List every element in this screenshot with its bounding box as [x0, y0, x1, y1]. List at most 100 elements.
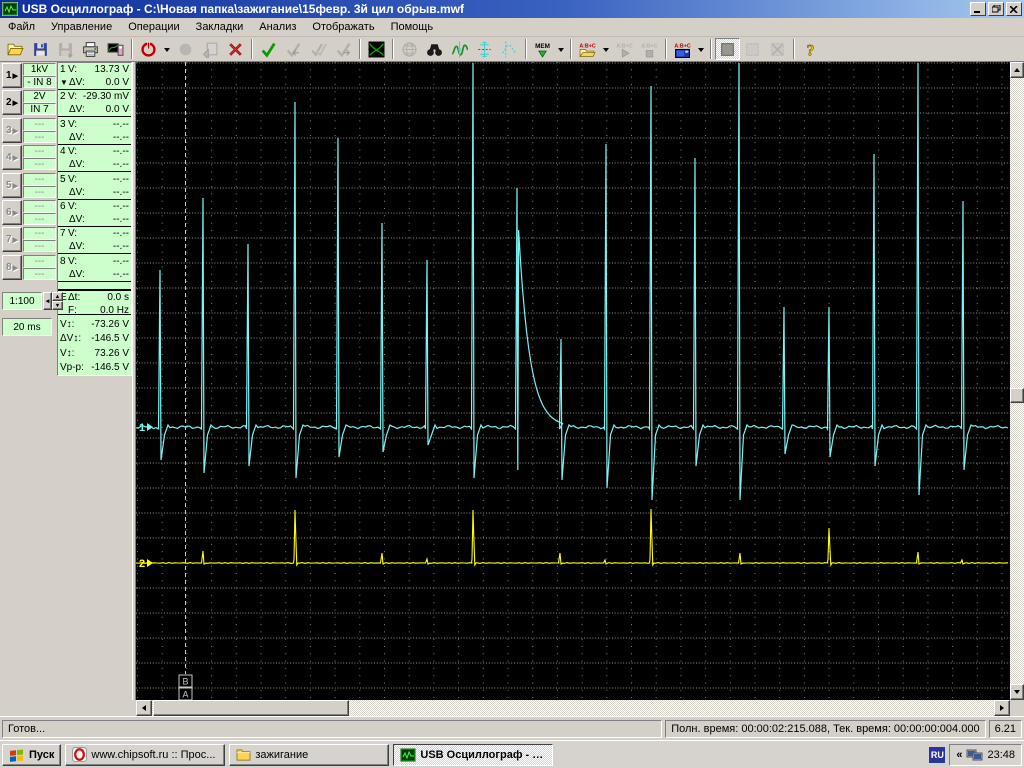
- close-button[interactable]: [1006, 2, 1022, 16]
- channel-8-button[interactable]: 8▶: [2, 255, 22, 280]
- svg-text:B: B: [182, 677, 188, 687]
- probe-ratio-left-button[interactable]: ◂: [43, 292, 52, 310]
- minimize-button[interactable]: [970, 2, 986, 16]
- menu-item-bookmarks[interactable]: Закладки: [188, 19, 252, 35]
- help-button[interactable]: ?: [798, 38, 823, 60]
- xy-display-icon: [368, 41, 385, 58]
- vertical-scroll-thumb[interactable]: [1010, 388, 1024, 403]
- channel-4-input[interactable]: ---: [23, 158, 56, 170]
- f-label: F:: [68, 305, 77, 316]
- level-measure-button[interactable]: [472, 38, 497, 60]
- menu-item-display[interactable]: Отображать: [304, 19, 382, 35]
- channel-8-input[interactable]: ---: [23, 268, 56, 280]
- scroll-up-button[interactable]: [1010, 62, 1024, 78]
- cursor-measure-value: -146.5 V: [84, 362, 129, 373]
- export-screen-button[interactable]: [103, 38, 128, 60]
- probe-ratio-down-button[interactable]: ▾: [52, 301, 63, 310]
- taskbar-task-1[interactable]: зажигание: [229, 744, 389, 766]
- channel-5-button[interactable]: 5▶: [2, 173, 22, 198]
- channel-2-range[interactable]: 2V: [23, 90, 56, 103]
- menu-item-file[interactable]: Файл: [0, 19, 43, 35]
- channel-6-button[interactable]: 6▶: [2, 200, 22, 225]
- channel-6-range[interactable]: ---: [23, 200, 56, 213]
- math-stop-button: A:B+C: [637, 38, 662, 60]
- task-label: USB Осциллограф - C...: [420, 749, 546, 761]
- status-time-info: Полн. время: 00:00:02:215.088, Тек. врем…: [665, 720, 985, 738]
- start-button[interactable]: Пуск: [2, 744, 61, 766]
- menu-item-operations[interactable]: Операции: [120, 19, 187, 35]
- channel-4-button[interactable]: 4▶: [2, 145, 22, 170]
- status-ready: Готов...: [2, 720, 662, 738]
- scroll-left-button[interactable]: [136, 700, 152, 716]
- abc-play-icon: A:B+C: [616, 41, 633, 58]
- channel-1-range[interactable]: 1kV: [23, 63, 56, 76]
- xy-mode-button[interactable]: [364, 38, 389, 60]
- search-button[interactable]: [422, 38, 447, 60]
- language-indicator[interactable]: RU: [929, 747, 945, 763]
- check-next-icon: [335, 41, 352, 58]
- channel-6-input[interactable]: ---: [23, 213, 56, 225]
- v-label: V:: [68, 201, 77, 212]
- channel-3-range[interactable]: ---: [23, 118, 56, 131]
- channel-7-input[interactable]: ---: [23, 240, 56, 252]
- channel-4-measurements: 4V:--.--ΔV:--.--: [58, 145, 131, 172]
- menu-bar: ФайлУправлениеОперацииЗакладкиАнализОтоб…: [0, 18, 1024, 37]
- channel-2-input[interactable]: IN 7: [23, 103, 56, 115]
- save-file-button[interactable]: [28, 38, 53, 60]
- menu-item-analysis[interactable]: Анализ: [251, 19, 304, 35]
- math-display-button[interactable]: A:B+C: [670, 38, 695, 60]
- print-button[interactable]: [78, 38, 103, 60]
- opera-icon: [72, 747, 87, 762]
- probe-ratio-up-button[interactable]: ▴: [52, 292, 63, 301]
- tray-expand-chevron[interactable]: «: [956, 749, 962, 761]
- channel-2-measurements: 2V:-29.30 mVΔV:0.0 V: [58, 90, 131, 117]
- math-open-button[interactable]: A:B+C: [575, 38, 600, 60]
- channel-7-button[interactable]: 7▶: [2, 227, 22, 252]
- channel-6-v-value: --.--: [77, 201, 129, 212]
- clock[interactable]: 23:48: [987, 749, 1015, 761]
- channel-7-range[interactable]: ---: [23, 227, 56, 240]
- channel-1-button[interactable]: 1▶: [2, 63, 22, 88]
- horizontal-scrollbar[interactable]: [136, 700, 1010, 716]
- start-stop-dropdown[interactable]: [161, 38, 173, 60]
- cursor-measure-button[interactable]: [447, 38, 472, 60]
- channel-1-input[interactable]: - IN 8: [23, 76, 56, 88]
- memory-button[interactable]: MEM: [530, 38, 555, 60]
- apply-button[interactable]: [256, 38, 281, 60]
- v-label: V:: [68, 119, 77, 130]
- vertical-scrollbar[interactable]: [1010, 62, 1024, 700]
- task-label: www.chipsoft.ru :: Прос...: [91, 749, 215, 761]
- channel-5-range[interactable]: ---: [23, 173, 56, 186]
- restore-button[interactable]: [988, 2, 1004, 16]
- math-open-dropdown[interactable]: [600, 38, 612, 60]
- channel-4-range[interactable]: ---: [23, 145, 56, 158]
- solid-bg-button[interactable]: [715, 38, 740, 60]
- channel-2-button[interactable]: 2▶: [2, 90, 22, 115]
- menu-item-help[interactable]: Помощь: [383, 19, 442, 35]
- taskbar-task-2[interactable]: USB Осциллограф - C...: [393, 744, 553, 766]
- task-label: зажигание: [255, 749, 308, 761]
- channel-3-button[interactable]: 3▶: [2, 118, 22, 143]
- math-display-dropdown[interactable]: [695, 38, 707, 60]
- dv-label: ΔV:: [69, 241, 85, 252]
- probe-ratio-value[interactable]: 1:100: [2, 292, 42, 310]
- scroll-down-button[interactable]: [1010, 684, 1024, 700]
- channel-8-range[interactable]: ---: [23, 255, 56, 268]
- start-stop-button[interactable]: [136, 38, 161, 60]
- horizontal-scroll-thumb[interactable]: [153, 700, 349, 716]
- point-measure-button[interactable]: [497, 38, 522, 60]
- oscilloscope-display[interactable]: BA12: [136, 62, 1010, 700]
- taskbar-task-0[interactable]: www.chipsoft.ru :: Прос...: [65, 744, 225, 766]
- scroll-right-button[interactable]: [994, 700, 1010, 716]
- channel-5-dv-value: --.--: [85, 187, 129, 198]
- time-per-division[interactable]: 20 ms: [2, 318, 52, 336]
- memory-dropdown[interactable]: [555, 38, 567, 60]
- v-label: V:: [68, 64, 77, 75]
- menu-item-control[interactable]: Управление: [43, 19, 120, 35]
- channel-5-input[interactable]: ---: [23, 186, 56, 198]
- dv-label: ΔV:: [69, 77, 85, 88]
- network-icon[interactable]: [966, 748, 983, 762]
- open-file-button[interactable]: [3, 38, 28, 60]
- channel-3-input[interactable]: ---: [23, 131, 56, 143]
- erase-button[interactable]: [223, 38, 248, 60]
